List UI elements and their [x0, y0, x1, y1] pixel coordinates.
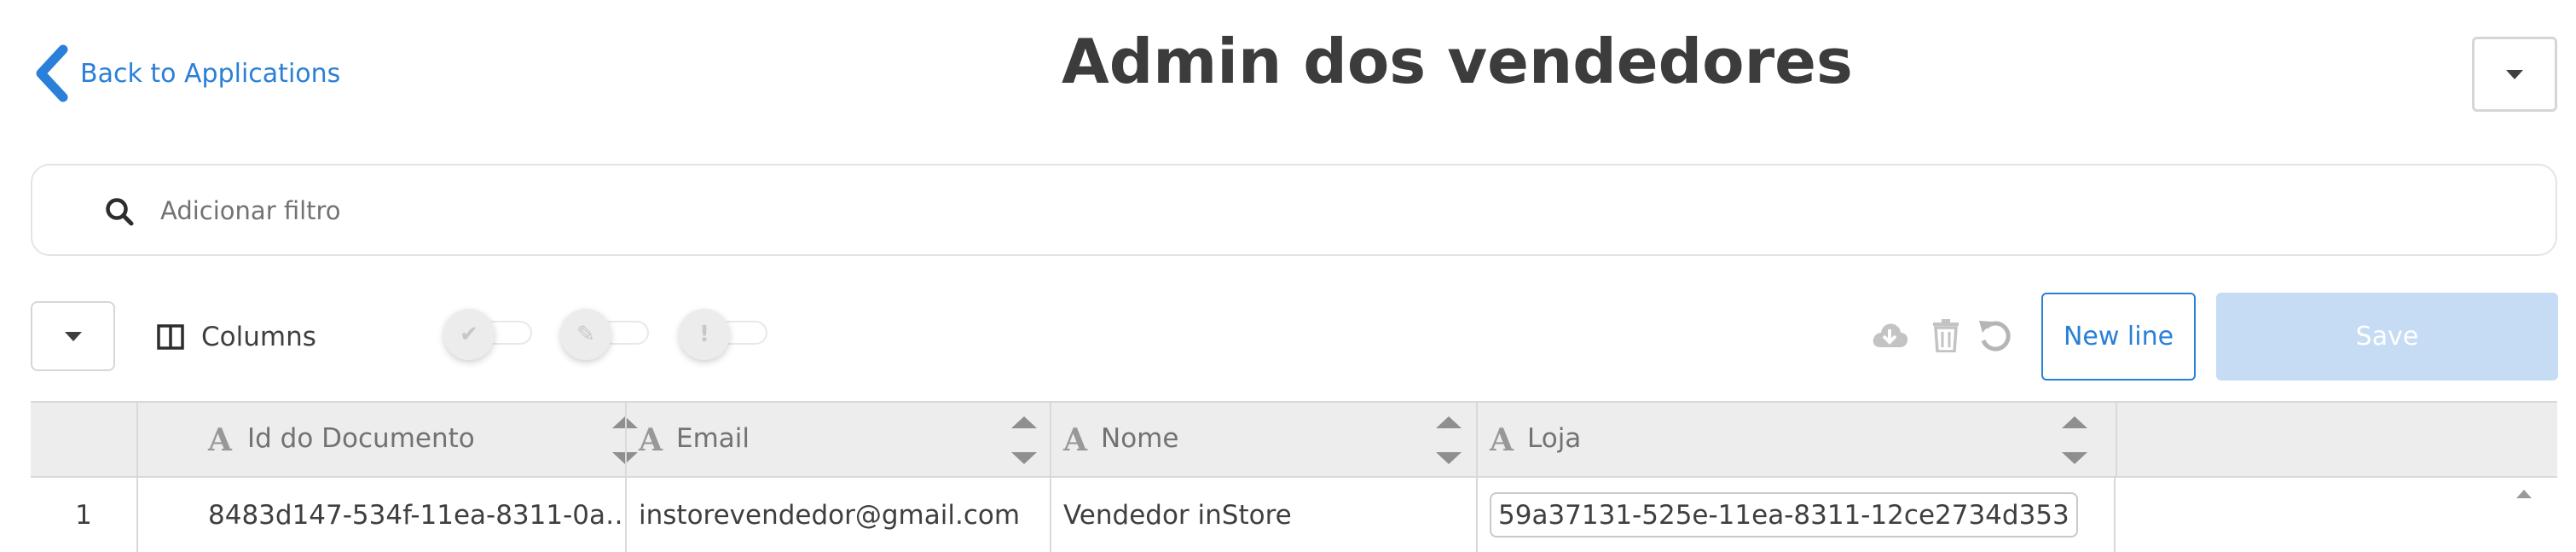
row-number-header	[31, 403, 136, 478]
cell-email[interactable]: instorevendedor@gmail.com	[625, 478, 1050, 552]
column-label: Id do Documento	[247, 423, 475, 454]
columns-button[interactable]: Columns	[157, 316, 316, 358]
cell-id-documento[interactable]: 8483d147-534f-11ea-8311-0a…	[136, 478, 625, 552]
page-title: Admin dos vendedores	[1062, 26, 1853, 97]
sort-down-icon	[2062, 452, 2087, 464]
sort-up-icon	[1011, 416, 1037, 428]
cell-loja[interactable]: 59a37131-525e-11ea-8311-12ce2734d353	[1476, 478, 2116, 552]
sort-control[interactable]	[2060, 411, 2089, 471]
toggle-edited[interactable]: ✎	[560, 309, 654, 363]
trash-icon	[1933, 319, 1959, 352]
column-label: Loja	[1527, 423, 1582, 454]
column-label: Email	[676, 423, 750, 454]
table-row[interactable]: 1 8483d147-534f-11ea-8311-0a… instoreven…	[31, 478, 2557, 552]
columns-label: Columns	[201, 322, 316, 352]
toggle-valid[interactable]: ✔	[443, 309, 537, 363]
grid-header: A Id do Documento A Email A Nome A Loja	[31, 401, 2557, 478]
row-number: 1	[75, 499, 92, 531]
text-type-icon: A	[208, 422, 232, 458]
filter-input[interactable]	[160, 188, 2463, 234]
text-type-icon: A	[639, 422, 663, 458]
back-to-applications-link[interactable]: Back to Applications	[32, 44, 340, 102]
header-filler	[2116, 403, 2557, 478]
back-link-label: Back to Applications	[80, 58, 341, 89]
column-header-email[interactable]: A Email	[625, 403, 1051, 478]
cell-nome[interactable]: Vendedor inStore	[1050, 478, 1476, 552]
sort-down-icon	[1436, 452, 1462, 464]
sort-control[interactable]	[1434, 411, 1463, 471]
delete-button[interactable]	[1926, 314, 1965, 357]
save-button[interactable]: Save	[2216, 293, 2558, 381]
scroll-up-arrow-icon[interactable]	[2516, 490, 2532, 498]
density-dropdown[interactable]	[31, 301, 115, 371]
text-type-icon: A	[1063, 422, 1087, 458]
column-header-id[interactable]: A Id do Documento	[136, 403, 638, 478]
column-label: Nome	[1101, 423, 1179, 454]
sort-control[interactable]	[1010, 411, 1039, 471]
caret-down-icon	[64, 331, 82, 341]
chevron-left-icon	[36, 44, 68, 102]
sort-down-icon	[1011, 452, 1037, 464]
column-header-loja[interactable]: A Loja	[1476, 403, 2116, 478]
undo-icon	[1979, 321, 2011, 352]
caret-down-icon	[2506, 69, 2523, 79]
text-type-icon: A	[1490, 422, 1514, 458]
data-grid: A Id do Documento A Email A Nome A Loja …	[31, 401, 2557, 552]
column-header-nome[interactable]: A Nome	[1050, 403, 1476, 478]
search-icon	[106, 198, 134, 226]
export-button[interactable]	[1870, 314, 1909, 357]
cloud-download-icon	[1873, 323, 1908, 347]
new-line-button[interactable]: New line	[2041, 293, 2196, 381]
toggle-errors[interactable]: !	[679, 309, 773, 363]
sort-up-icon	[2062, 416, 2087, 428]
filter-search-bar[interactable]	[31, 164, 2557, 256]
sort-up-icon	[1436, 416, 1462, 428]
exclamation-icon: !	[679, 309, 730, 360]
undo-button[interactable]	[1976, 314, 2015, 357]
columns-icon	[157, 324, 184, 350]
top-dropdown[interactable]	[2472, 37, 2557, 112]
pencil-icon: ✎	[560, 309, 611, 360]
check-icon: ✔	[443, 309, 495, 360]
cell-loja-editor[interactable]: 59a37131-525e-11ea-8311-12ce2734d353	[1490, 492, 2078, 537]
